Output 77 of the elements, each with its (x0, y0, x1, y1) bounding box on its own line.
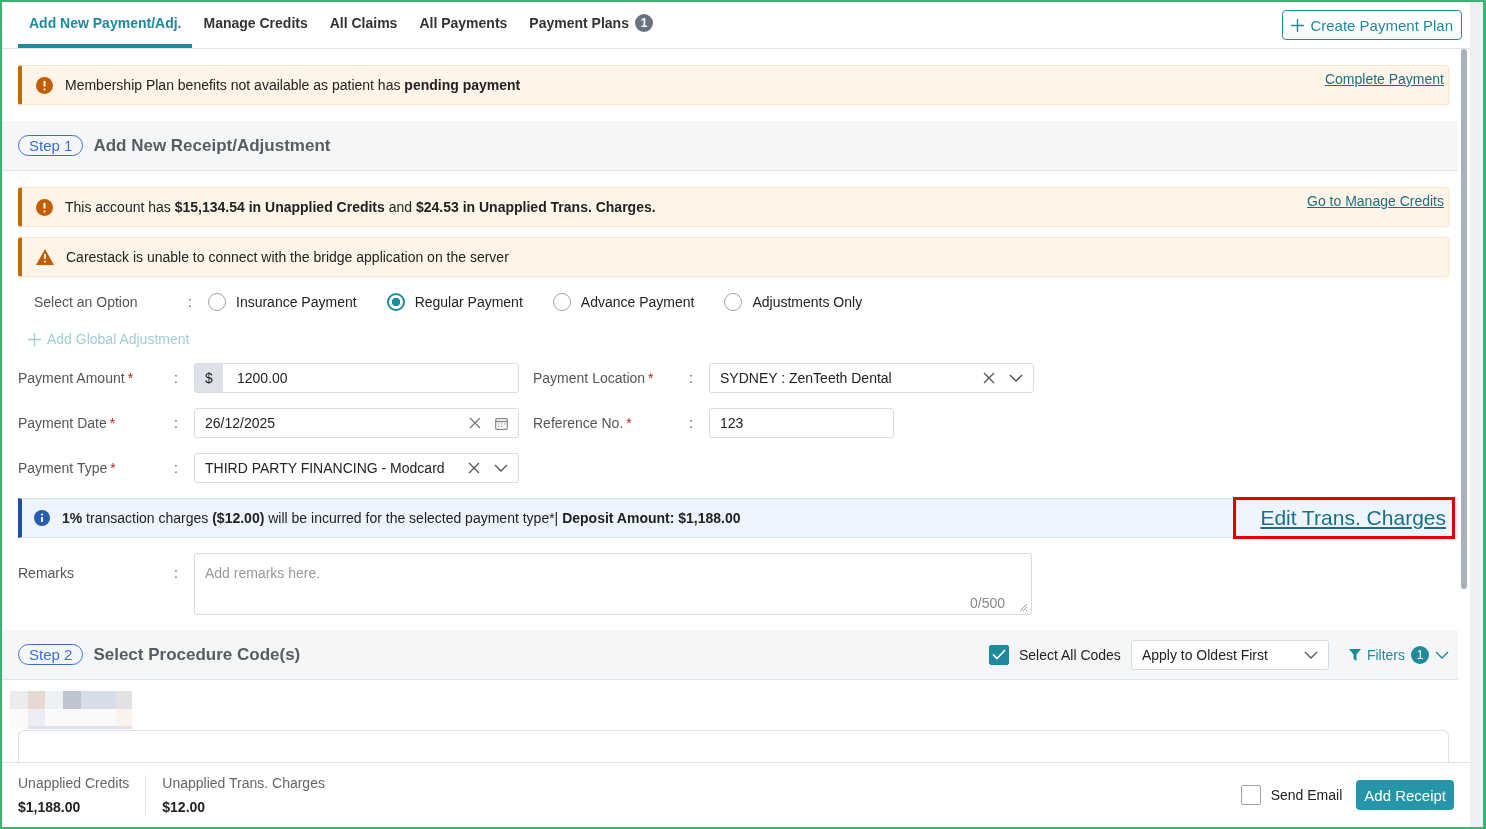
character-counter: 0/500 (969, 595, 1005, 611)
summary-label: Unapplied Credits (18, 775, 130, 791)
manage-credits-link[interactable]: Go to Manage Credits (1307, 193, 1444, 209)
filter-icon (1348, 648, 1361, 661)
chevron-down-icon (1435, 650, 1449, 659)
chevron-down-icon[interactable] (1009, 374, 1023, 382)
calendar-icon[interactable] (495, 416, 508, 430)
exclamation-icon (36, 76, 53, 94)
colon: : (689, 415, 694, 431)
required-mark: * (626, 415, 632, 431)
colon: : (174, 415, 179, 431)
exclamation-icon (36, 198, 53, 216)
tab[interactable]: Payment Plans 1 (518, 2, 664, 48)
field-label: Payment Amount * (18, 370, 135, 386)
colon: : (174, 565, 179, 581)
field-label: Payment Type * (18, 460, 117, 476)
reference-field[interactable]: 123 (709, 408, 894, 438)
send-email-checkbox[interactable]: Send Email (1240, 785, 1343, 805)
currency-prefix: $ (195, 364, 223, 392)
tab[interactable]: Manage Credits (192, 2, 319, 48)
resize-handle-icon[interactable] (1018, 602, 1028, 612)
required-mark: * (110, 460, 116, 476)
tab[interactable]: All Payments (408, 2, 519, 48)
required-mark: * (109, 415, 116, 431)
summary-label: Unapplied Trans. Charges (162, 775, 325, 791)
alert-text: This account has $15,134.54 in Unapplied Credits and $24.53 in Unapplied Trans. Charges. (65, 199, 657, 215)
field-label: Payment Location * (533, 370, 655, 386)
plus-icon (1291, 18, 1305, 32)
radio-option[interactable]: Regular Payment (386, 293, 523, 311)
select-field[interactable]: SYDNEY : ZenTeeth Dental (709, 363, 1034, 393)
date-field[interactable]: 26/12/2025 (194, 408, 519, 438)
apply-order-select[interactable]: Apply to Oldest First (1130, 639, 1329, 670)
summary-value: $12.00 (162, 799, 207, 815)
clear-icon[interactable] (468, 462, 480, 474)
tab[interactable]: Add New Payment/Adj. (18, 2, 193, 48)
checkbox[interactable] (1240, 785, 1261, 805)
chevron-down-icon[interactable] (494, 464, 508, 472)
check-icon (991, 649, 1006, 660)
colon: : (174, 370, 179, 386)
clear-icon[interactable] (983, 372, 995, 384)
checkbox[interactable] (988, 644, 1009, 665)
edit-trans-charges-link[interactable]: Edit Trans. Charges (1236, 500, 1452, 536)
info-icon (34, 510, 50, 526)
count-badge: 1 (1411, 645, 1429, 664)
amount-field[interactable]: $ 1200.00 (194, 363, 519, 393)
plus-icon (28, 332, 41, 346)
add-receipt-button[interactable]: Add Receipt (1356, 780, 1454, 810)
create-payment-plan-button[interactable]: Create Payment Plan (1282, 10, 1462, 40)
warning-icon (36, 249, 54, 265)
count-badge: 1 (634, 14, 653, 32)
alert-text: Membership Plan benefits not available as patient has pending payment (65, 77, 522, 93)
select-all-checkbox[interactable]: Select All Codes (988, 644, 1121, 665)
radio-option[interactable]: Insurance Payment (208, 293, 357, 311)
field-label: Reference No. * (533, 415, 633, 431)
summary-value: $1,188.00 (18, 799, 82, 815)
filters-button[interactable]: Filters 1 (1348, 645, 1449, 664)
chevron-down-icon (1303, 650, 1318, 659)
required-mark: * (127, 370, 134, 386)
colon: : (188, 294, 193, 310)
radio-option[interactable]: Advance Payment (552, 293, 695, 311)
colon: : (689, 370, 694, 386)
radio-option[interactable]: Adjustments Only (724, 293, 863, 311)
step-title: Select Procedure Code(s) (93, 644, 301, 665)
field-label: Select an Option (34, 294, 139, 310)
colon: : (174, 460, 179, 476)
complete-payment-link[interactable]: Complete Payment (1324, 71, 1444, 87)
select-field[interactable]: THIRD PARTY FINANCING - Modcard (194, 453, 519, 483)
radio-button[interactable] (386, 293, 405, 311)
clear-icon[interactable] (469, 417, 481, 429)
info-text: 1% transaction charges ($12.00) will be incurred for the selected payment type*| Deposit Amount: $1,188.00 (62, 510, 742, 526)
tab[interactable]: All Claims (318, 2, 409, 48)
alert-text: Carestack is unable to connect with the bridge application on the server (66, 249, 510, 265)
step-title: Add New Receipt/Adjustment (93, 135, 331, 156)
required-mark: * (648, 370, 654, 386)
scrollbar-thumb[interactable] (1461, 49, 1467, 589)
field-label: Remarks (18, 565, 75, 581)
field-label: Payment Date * (18, 415, 117, 431)
